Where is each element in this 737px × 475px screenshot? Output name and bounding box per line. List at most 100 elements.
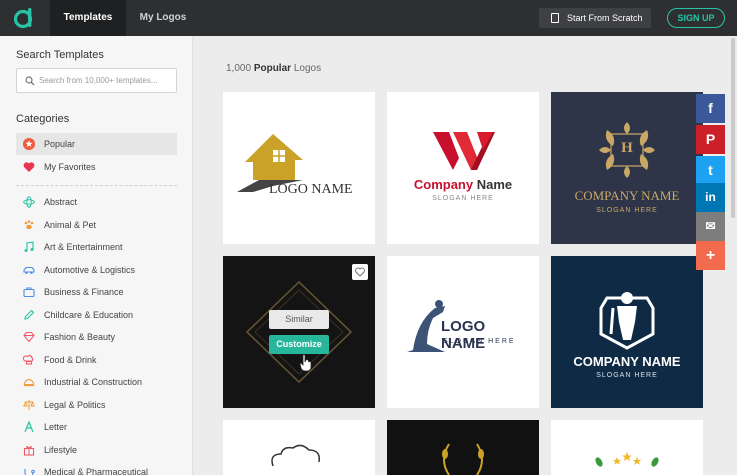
- similar-button[interactable]: Similar: [269, 310, 329, 329]
- category-label: Popular: [44, 139, 76, 149]
- twitter-share-button[interactable]: t: [696, 156, 725, 185]
- twitter-icon: t: [708, 162, 713, 178]
- gold-laurel-icon: [442, 443, 484, 475]
- categories-title: Categories: [16, 113, 70, 125]
- logo-card-h-emblem[interactable]: H COMPANY NAME SLOGAN HERE: [551, 92, 703, 244]
- sidebar: Search Templates Categories Popular My F…: [0, 36, 193, 475]
- category-label: Abstract: [44, 197, 78, 207]
- category-label: Industrial & Construction: [44, 377, 143, 387]
- heart-icon: [23, 162, 35, 172]
- logo-card-yoga[interactable]: LOGO NAME SLOGAN HERE: [387, 256, 539, 408]
- facebook-icon: f: [708, 100, 713, 116]
- category-label: Animal & Pet: [44, 220, 97, 230]
- customize-button[interactable]: Customize: [269, 335, 329, 354]
- page-scrollbar[interactable]: [731, 38, 735, 218]
- category-legal-politics[interactable]: Legal & Politics: [16, 394, 177, 416]
- top-navbar: Templates My Logos Start From Scratch SI…: [0, 0, 737, 36]
- search-input[interactable]: [39, 72, 173, 89]
- pencil-icon: [24, 309, 35, 320]
- category-business-finance[interactable]: Business & Finance: [16, 281, 177, 303]
- facebook-share-button[interactable]: f: [696, 94, 725, 123]
- results-count: 1,000 Popular Logos: [226, 63, 321, 74]
- logo-card-laurel-dark[interactable]: [387, 420, 539, 475]
- start-from-scratch-button[interactable]: Start From Scratch: [539, 8, 651, 28]
- logo-card-cloud[interactable]: [223, 420, 375, 475]
- results-number: 1,000: [226, 63, 252, 74]
- category-art-entertainment[interactable]: Art & Entertainment: [16, 236, 177, 258]
- category-industrial-construction[interactable]: Industrial & Construction: [16, 371, 177, 393]
- category-letter[interactable]: Letter: [16, 416, 177, 438]
- music-note-icon: [24, 241, 34, 252]
- logo-card-w[interactable]: Company Name SLOGAN HERE: [387, 92, 539, 244]
- category-label: Food & Drink: [44, 355, 97, 365]
- scale-icon: [23, 400, 35, 410]
- category-label: Medical & Pharmaceutical: [44, 467, 149, 475]
- card-slogan: SLOGAN HERE: [432, 195, 494, 202]
- diamond-icon: [23, 331, 35, 343]
- logo-card-house[interactable]: LOGO NAME: [223, 92, 375, 244]
- search-box: [16, 68, 177, 93]
- category-abstract[interactable]: Abstract: [16, 191, 177, 213]
- card-logo-text: LOGO NAME: [269, 182, 353, 197]
- category-label: My Favorites: [44, 162, 96, 172]
- category-label: Lifestyle: [44, 445, 78, 455]
- category-lifestyle[interactable]: Lifestyle: [16, 439, 177, 461]
- category-popular[interactable]: Popular: [16, 133, 177, 155]
- logo-card-hovered[interactable]: Similar Customize: [223, 256, 375, 408]
- logo-card-laurel-green[interactable]: [551, 420, 703, 475]
- gift-icon: [23, 446, 35, 456]
- category-label: Art & Entertainment: [44, 242, 123, 252]
- paw-icon: [24, 220, 34, 230]
- leaf-emblem-icon: [599, 122, 655, 178]
- medical-icon: [24, 469, 35, 475]
- category-fashion-beauty[interactable]: Fashion & Beauty: [16, 326, 177, 348]
- card-logo-name: LOGO NAME: [441, 318, 486, 352]
- more-share-button[interactable]: +: [696, 241, 725, 270]
- card-slogan: SLOGAN HERE: [443, 338, 516, 345]
- email-share-button[interactable]: ✉: [696, 212, 725, 241]
- category-food-drink[interactable]: Food & Drink: [16, 349, 177, 371]
- search-icon: [25, 76, 35, 86]
- category-label: Childcare & Education: [44, 310, 134, 320]
- email-icon: ✉: [705, 219, 716, 233]
- house-logo-icon: [237, 134, 303, 192]
- favorite-button[interactable]: [352, 264, 368, 280]
- category-label: Fashion & Beauty: [44, 332, 116, 342]
- car-icon: [23, 266, 35, 274]
- pinterest-share-button[interactable]: P: [696, 125, 725, 154]
- card-name-word: Name: [476, 177, 513, 192]
- logo-card-knight[interactable]: COMPANY NAME SLOGAN HERE: [551, 256, 703, 408]
- plus-icon: +: [705, 247, 716, 264]
- category-automotive-logistics[interactable]: Automotive & Logistics: [16, 259, 177, 281]
- category-label: Business & Finance: [44, 287, 124, 297]
- cloud-outline-icon: [271, 444, 321, 467]
- sidebar-divider: [16, 185, 177, 186]
- linkedin-share-button[interactable]: in: [696, 183, 725, 212]
- helmet-icon: [23, 379, 35, 387]
- tab-templates[interactable]: Templates: [50, 0, 126, 36]
- start-from-scratch-label: Start From Scratch: [567, 13, 643, 23]
- card-slogan: SLOGAN HERE: [596, 207, 658, 214]
- tab-my-logos[interactable]: My Logos: [128, 0, 198, 36]
- category-childcare-education[interactable]: Childcare & Education: [16, 304, 177, 326]
- category-animal-pet[interactable]: Animal & Pet: [16, 214, 177, 236]
- category-my-favorites[interactable]: My Favorites: [16, 156, 177, 178]
- card-company-name: COMPANY NAME: [573, 354, 681, 369]
- category-label: Letter: [44, 422, 68, 432]
- heart-outline-icon: [355, 267, 365, 277]
- card-logo-company: Company Name: [387, 177, 539, 192]
- hand-cursor-icon: [299, 354, 312, 372]
- search-templates-title: Search Templates: [16, 49, 104, 61]
- category-medical-pharmaceutical[interactable]: Medical & Pharmaceutical: [16, 461, 177, 475]
- pinterest-icon: P: [705, 131, 716, 147]
- signup-button[interactable]: SIGN UP: [667, 8, 725, 28]
- brand-logo-icon[interactable]: [12, 6, 36, 30]
- chef-hat-icon: [23, 355, 34, 365]
- green-laurel-stars-icon: [595, 452, 659, 467]
- briefcase-icon: [23, 287, 35, 298]
- letter-a-icon: [24, 421, 34, 433]
- category-label: Legal & Politics: [44, 400, 106, 410]
- linkedin-icon: in: [705, 190, 716, 204]
- card-emblem-letter: H: [621, 140, 633, 156]
- knight-shield-icon: [599, 292, 655, 350]
